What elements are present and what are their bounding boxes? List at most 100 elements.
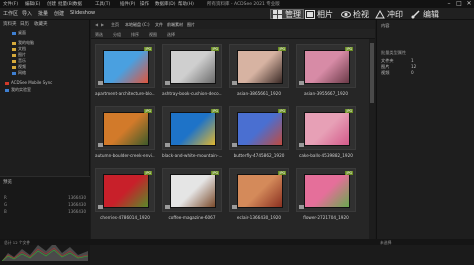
- file-type-badge: JPG: [278, 109, 286, 113]
- tab-folders[interactable]: 资料夹: [3, 21, 17, 27]
- file-type-badge: JPG: [144, 171, 152, 175]
- status-bar: 总计 12 个文件 未选择: [0, 239, 474, 245]
- tab-favorites[interactable]: 收藏夹: [34, 21, 48, 27]
- menu-bar: 文件(F) 编辑(E) 创建 批量(B) 数据 工具(T) 插件(P) 操作 数…: [0, 0, 474, 8]
- thumbnail-image: [304, 50, 350, 84]
- menu-edit[interactable]: 编辑(E): [25, 1, 40, 7]
- batch-menu[interactable]: 批量: [38, 10, 48, 17]
- thumbnail-frame: JPG: [95, 44, 155, 88]
- mode-view[interactable]: 检视: [341, 9, 369, 19]
- thumbnail-item[interactable]: JPG asian-3865661_1920: [229, 44, 289, 98]
- thumbnail-item[interactable]: JPG flower-2721704_1920: [296, 168, 356, 222]
- thumbnail-item[interactable]: JPG butterfly-4745862_1920: [229, 106, 289, 160]
- hist-label-r: R: [4, 195, 7, 200]
- file-type-badge: JPG: [345, 171, 353, 175]
- thumbnail-caption: asian-3955667_1920: [303, 91, 349, 96]
- file-list-pane: ◀ ▶ 主页 本地磁盘 (C:) 文件 前端素材 图片 筛选 分组 排序 视图 …: [91, 20, 375, 245]
- mode-view-label: 检视: [353, 9, 369, 19]
- folder-icon: [12, 47, 16, 51]
- thumbnail-item[interactable]: JPG asian-3955667_1920: [296, 44, 356, 98]
- file-type-badge: JPG: [345, 47, 353, 51]
- menu-actions[interactable]: 操作: [140, 1, 149, 7]
- mode-manage[interactable]: 管理: [270, 9, 304, 19]
- sort-menu[interactable]: 排序: [131, 32, 139, 38]
- thumbnail-image: [103, 50, 149, 84]
- thumbnail-image: [304, 112, 350, 146]
- slideshow-menu[interactable]: Slideshow: [70, 10, 95, 16]
- select-menu[interactable]: 选择: [167, 32, 175, 38]
- thumbnail-item[interactable]: JPG apartment-architecture-blo...: [95, 44, 155, 98]
- grid-icon: [273, 9, 283, 19]
- tab-preview[interactable]: 预览: [3, 179, 12, 185]
- window-title: 所有资料库 - ACDSee 2021 专业版: [207, 2, 280, 7]
- group-menu[interactable]: 分组: [113, 32, 121, 38]
- import-menu[interactable]: 导入: [22, 10, 32, 17]
- thumbnail-item[interactable]: JPG eclair-1366430_1920: [229, 168, 289, 222]
- mode-photos-label: 相片: [317, 9, 333, 19]
- status-left: 总计 12 个文件: [4, 240, 31, 245]
- mode-edit[interactable]: 编辑: [411, 9, 439, 19]
- folder-icon: [12, 65, 16, 69]
- thumbnail-item[interactable]: JPG black-and-white-mountain-...: [162, 106, 222, 160]
- left-panel: 资料夹 日历 收藏夹 桌面 我的电脑 文档 图片 音乐 视频 网络 ACDSee…: [0, 20, 90, 265]
- image-overlay-icon: [98, 205, 103, 209]
- status-right: 未选择: [380, 240, 392, 245]
- file-type-badge: JPG: [278, 47, 286, 51]
- back-icon[interactable]: ◀: [95, 22, 98, 27]
- forward-icon[interactable]: ▶: [101, 22, 104, 27]
- thumbnail-image: [170, 112, 216, 146]
- menu-tools[interactable]: 工具(T): [95, 1, 110, 7]
- menu-create[interactable]: 创建: [47, 1, 56, 7]
- thumbnail-item[interactable]: JPG autumn-boulder-creek-envi...: [95, 106, 155, 160]
- section-title: 批量类型属性: [381, 50, 407, 55]
- menu-file[interactable]: 文件(F): [3, 1, 18, 7]
- tree-item-network[interactable]: 网络: [12, 70, 26, 76]
- vertical-scrollbar[interactable]: [369, 39, 375, 245]
- menu-help[interactable]: 帮助(H): [178, 1, 194, 7]
- thumbnail-caption: coffee-magazine-6067: [168, 215, 216, 220]
- file-type-badge: JPG: [211, 171, 219, 175]
- mode-photos[interactable]: 相片: [305, 9, 333, 19]
- breadcrumb: ◀ ▶ 主页 本地磁盘 (C:) 文件 前端素材 图片: [91, 20, 375, 29]
- thumbnail-frame: JPG: [229, 44, 289, 88]
- breadcrumb-files[interactable]: 文件: [155, 22, 163, 28]
- image-overlay-icon: [165, 143, 170, 147]
- breadcrumb-assets[interactable]: 前端素材: [167, 22, 183, 28]
- histogram-panel: 预览 R 1366430 G 1366430 B 1366430: [0, 176, 90, 265]
- tab-calendar[interactable]: 日历: [20, 21, 29, 27]
- thumbnail-frame: JPG: [162, 168, 222, 212]
- breadcrumb-images[interactable]: 图片: [187, 22, 195, 28]
- thumbnail-item[interactable]: JPG coffee-magazine-6067: [162, 168, 222, 222]
- scrollbar-thumb[interactable]: [370, 43, 374, 103]
- create-menu[interactable]: 创建: [54, 10, 64, 17]
- maximize-icon[interactable]: □: [454, 0, 464, 8]
- toolbar: 工作区 导入 批量 创建 Slideshow 管理 相片 检视 冲印 编辑: [0, 8, 474, 20]
- lab-item[interactable]: 我的实验室: [5, 87, 31, 93]
- lab-icon: [5, 88, 9, 92]
- thumbnail-item[interactable]: JPG cherries-4786014_1920: [95, 168, 155, 222]
- thumbnail-item[interactable]: JPG cake-balls-4539882_1920: [296, 106, 356, 160]
- menu-database[interactable]: 数据库(D): [155, 1, 175, 7]
- thumbnail-caption: flower-2721704_1920: [303, 215, 349, 220]
- image-overlay-icon: [98, 143, 103, 147]
- tree-item-desktop[interactable]: 桌面: [12, 30, 26, 36]
- thumbnail-frame: JPG: [95, 168, 155, 212]
- breadcrumb-drive[interactable]: 本地磁盘 (C:): [125, 22, 150, 28]
- cloud-sync-item[interactable]: ACDSee Mobile Sync: [5, 80, 52, 85]
- breadcrumb-home[interactable]: 主页: [111, 22, 119, 28]
- menu-data[interactable]: 数据: [73, 1, 82, 7]
- view-menu[interactable]: 视图: [149, 32, 157, 38]
- close-icon[interactable]: ✕: [464, 0, 474, 8]
- thumbnail-item[interactable]: JPG ashtray-book-cushion-deco...: [162, 44, 222, 98]
- filter-menu[interactable]: 筛选: [95, 32, 103, 38]
- thumbnail-frame: JPG: [296, 44, 356, 88]
- thumbnail-image: [237, 174, 283, 208]
- mode-develop[interactable]: 冲印: [375, 9, 403, 19]
- workspace-menu[interactable]: 工作区: [3, 10, 18, 17]
- tab-properties[interactable]: 内容: [381, 23, 389, 29]
- menu-batch[interactable]: 批量(B): [58, 1, 74, 7]
- thumbnail-frame: JPG: [162, 44, 222, 88]
- menu-plugins[interactable]: 插件(P): [120, 1, 135, 7]
- thumbnail-frame: JPG: [296, 168, 356, 212]
- minimize-icon[interactable]: –: [444, 0, 454, 8]
